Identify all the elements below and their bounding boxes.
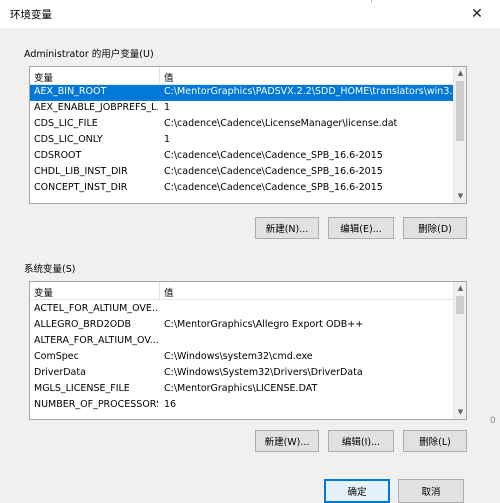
user-delete-button[interactable]: 删除(D)	[403, 217, 467, 239]
var-value: C:\cadence\Cadence\LicenseManager\licens…	[164, 118, 398, 129]
system-delete-button[interactable]: 删除(L)	[403, 430, 467, 452]
title-bar: 环境变量 ✕	[0, 0, 500, 28]
table-row[interactable]: ALLEGRO_BRD2ODB C:\MentorGraphics\Allegr…	[30, 318, 454, 334]
table-row[interactable]: CDS_LIC_FILE C:\cadence\Cadence\LicenseM…	[30, 117, 454, 133]
var-value: 16	[164, 399, 177, 410]
table-row[interactable]: DriverData C:\Windows\System32\Drivers\D…	[30, 366, 454, 382]
user-vars-list[interactable]: 变量 值 AEX_BIN_ROOT C:\MentorGraphics\PADS…	[29, 66, 467, 204]
cancel-button[interactable]: 取消	[398, 479, 464, 503]
var-name: CONCEPT_INST_DIR	[34, 182, 128, 193]
var-value: 1	[164, 102, 171, 113]
scroll-down-icon[interactable]: ▼	[454, 406, 466, 419]
var-name: ComSpec	[34, 351, 79, 362]
table-row[interactable]: CDS_LIC_ONLY 1	[30, 133, 454, 149]
table-row[interactable]: MGLS_LICENSE_FILE C:\MentorGraphics\LICE…	[30, 382, 454, 398]
var-name: MGLS_LICENSE_FILE	[34, 383, 130, 394]
table-row[interactable]: ComSpec C:\Windows\system32\cmd.exe	[30, 350, 454, 366]
var-value: C:\MentorGraphics\PADSVX.2.2\SDD_HOME\tr…	[164, 86, 452, 97]
scroll-thumb[interactable]	[456, 296, 464, 314]
var-value: C:\MentorGraphics\LICENSE.DAT	[164, 383, 318, 394]
column-header-name[interactable]: 变量	[34, 70, 53, 84]
user-vars-header: 变量 值	[30, 67, 454, 85]
system-vars-header: 变量 值	[30, 282, 454, 300]
table-row[interactable]: AEX_BIN_ROOT C:\MentorGraphics\PADSVX.2.…	[30, 85, 454, 101]
var-value: C:\cadence\Cadence\Cadence_SPB_16.6-2015	[164, 150, 383, 161]
table-row[interactable]: ACTEL_FOR_ALTIUM_OVE...	[30, 302, 454, 318]
table-row[interactable]: CDSROOT C:\cadence\Cadence\Cadence_SPB_1…	[30, 149, 454, 165]
system-new-button[interactable]: 新建(W)...	[255, 430, 319, 452]
divider	[371, 0, 372, 3]
var-name: ALTERA_FOR_ALTIUM_OV...	[34, 335, 158, 346]
user-edit-button[interactable]: 编辑(E)...	[328, 217, 394, 239]
table-row[interactable]: CHDL_LIB_INST_DIR C:\cadence\Cadence\Cad…	[30, 165, 454, 181]
table-row[interactable]: CONCEPT_INST_DIR C:\cadence\Cadence\Cade…	[30, 181, 454, 197]
window-title: 环境变量	[10, 9, 52, 21]
var-name: ALLEGRO_BRD2ODB	[34, 319, 132, 330]
var-value: C:\cadence\Cadence\Cadence_SPB_16.6-2015	[164, 182, 383, 193]
var-name: NUMBER_OF_PROCESSORS	[34, 399, 158, 410]
var-value: 1	[164, 134, 171, 145]
scroll-up-icon[interactable]: ▲	[454, 282, 466, 295]
edge-glyph: 0	[490, 416, 496, 426]
system-vars-list[interactable]: 变量 值 ACTEL_FOR_ALTIUM_OVE... ALLEGRO_BRD…	[29, 281, 467, 420]
system-edit-button[interactable]: 编辑(I)...	[328, 430, 394, 452]
user-vars-label: Administrator 的用户变量(U)	[24, 49, 154, 60]
vertical-scrollbar[interactable]: ▲ ▼	[453, 67, 466, 203]
column-header-name[interactable]: 变量	[34, 285, 53, 299]
var-value: C:\MentorGraphics\Allegro Export ODB++	[164, 319, 364, 330]
var-value: C:\Windows\system32\cmd.exe	[164, 351, 313, 362]
vertical-scrollbar[interactable]: ▲ ▼	[453, 282, 466, 419]
column-header-value[interactable]: 值	[164, 70, 174, 84]
table-row[interactable]: ALTERA_FOR_ALTIUM_OV...	[30, 334, 454, 350]
user-new-button[interactable]: 新建(N)...	[255, 217, 319, 239]
scroll-thumb[interactable]	[456, 81, 464, 141]
var-value: C:\cadence\Cadence\Cadence_SPB_16.6-2015	[164, 166, 383, 177]
system-vars-label: 系统变量(S)	[24, 264, 76, 275]
var-value: C:\Windows\System32\Drivers\DriverData	[164, 367, 363, 378]
table-row[interactable]: NUMBER_OF_PROCESSORS 16	[30, 398, 454, 414]
var-name: CDSROOT	[34, 150, 82, 161]
var-name: DriverData	[34, 367, 86, 378]
dialog-body: Administrator 的用户变量(U) 变量 值 AEX_BIN_ROOT…	[0, 28, 500, 503]
scroll-up-icon[interactable]: ▲	[454, 67, 466, 80]
ok-button[interactable]: 确定	[324, 479, 390, 503]
var-name: AEX_ENABLE_JOBPREFS_L...	[34, 102, 158, 113]
scroll-down-icon[interactable]: ▼	[454, 190, 466, 203]
var-name: CDS_LIC_FILE	[34, 118, 98, 129]
var-name: ACTEL_FOR_ALTIUM_OVE...	[34, 303, 158, 314]
var-name: CHDL_LIB_INST_DIR	[34, 166, 128, 177]
column-header-value[interactable]: 值	[164, 285, 174, 299]
var-name: AEX_BIN_ROOT	[34, 86, 107, 97]
table-row[interactable]: AEX_ENABLE_JOBPREFS_L... 1	[30, 101, 454, 117]
close-icon[interactable]: ✕	[454, 0, 500, 28]
column-separator[interactable]	[159, 282, 160, 299]
var-name: CDS_LIC_ONLY	[34, 134, 103, 145]
column-separator[interactable]	[159, 67, 160, 84]
